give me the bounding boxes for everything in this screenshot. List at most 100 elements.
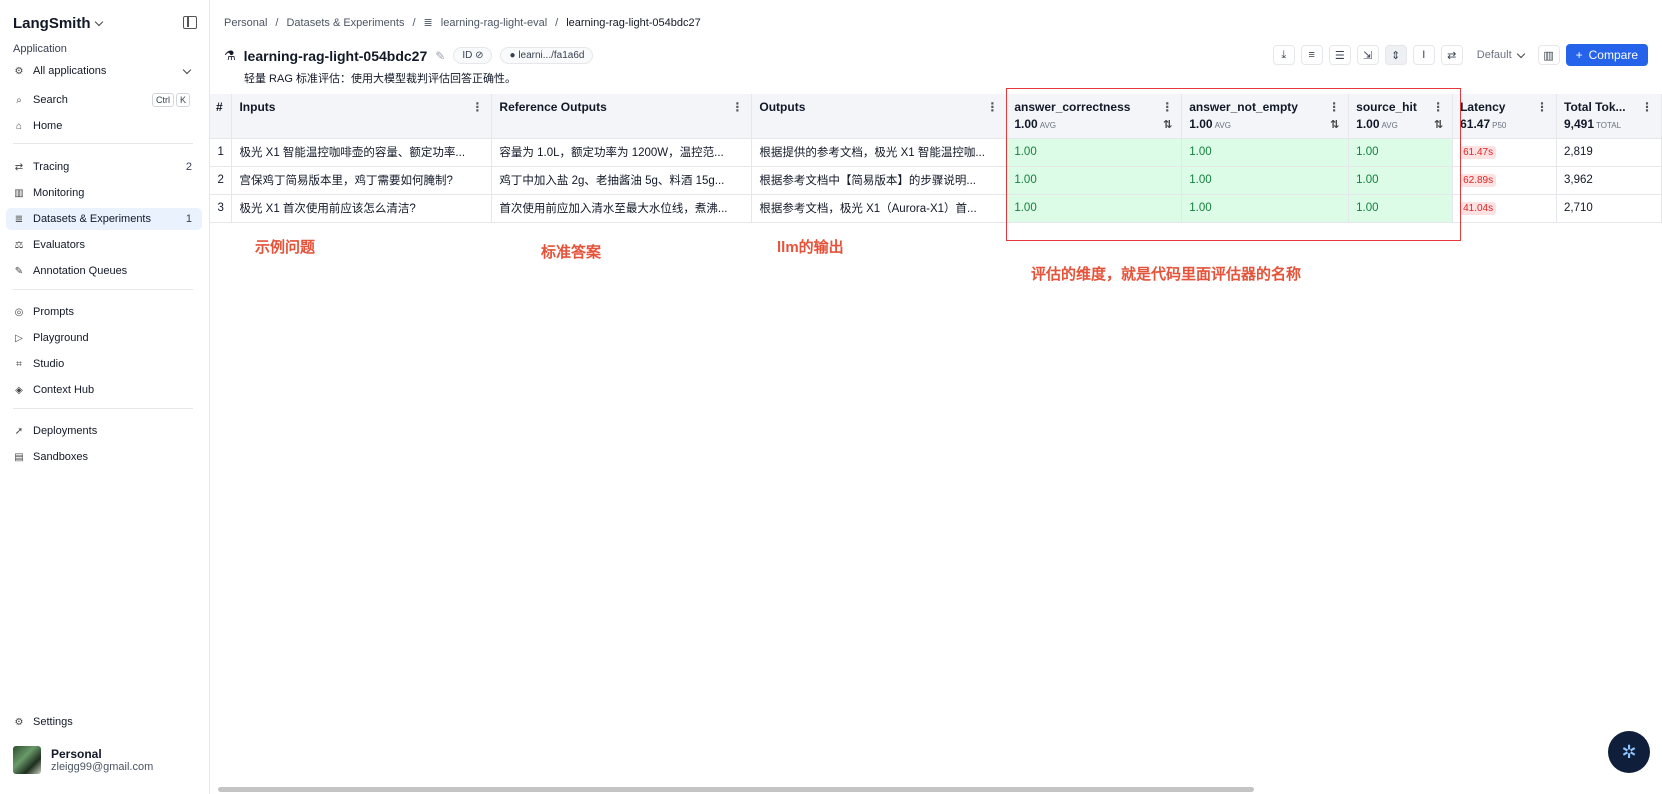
cell-reference[interactable]: 容量为 1.0L，额定功率为 1200W，温控范... [491,138,753,167]
studio-label: Studio [33,358,65,370]
sidebar-item-annotation-queues[interactable]: ✎ Annotation Queues [6,260,202,282]
cell-tokens[interactable]: 3,962 [1556,166,1662,195]
datasets-label: Datasets & Experiments [33,213,151,225]
more-icon[interactable]: ⋮ [1536,100,1548,114]
settings-label: Settings [33,716,73,728]
text-height-icon[interactable]: I [1412,45,1435,65]
more-icon[interactable]: ⋮ [1641,100,1653,114]
cell-reference[interactable]: 鸡丁中加入盐 2g、老抽酱油 5g、料酒 15g... [491,166,753,195]
sidebar-item-monitoring[interactable]: ▥ Monitoring [6,182,202,204]
workspace-switcher[interactable]: LangSmith [13,15,103,32]
cell-input[interactable]: 极光 X1 智能温控咖啡壶的容量、额定功率... [231,138,493,167]
sidebar-item-playground[interactable]: ▷ Playground [6,327,202,349]
sidebar-item-context-hub[interactable]: ◈ Context Hub [6,379,202,401]
flow-icon[interactable]: ⇲ [1356,45,1379,65]
rows-icon[interactable]: ☰ [1328,45,1351,65]
cell-tokens[interactable]: 2,710 [1556,194,1662,223]
id-pill[interactable]: ID ⊘ [453,47,493,64]
sidebar-item-sandboxes[interactable]: ▤ Sandboxes [6,446,202,468]
pen-icon: ✎ [14,265,24,277]
home-label: Home [33,120,63,132]
github-icon: ● [509,50,516,61]
assistant-icon[interactable]: ✲ [1608,731,1650,773]
compact-view-icon[interactable]: ⇕ [1384,45,1407,65]
app-selector[interactable]: ⚙ All applications [6,60,202,82]
cell-output[interactable]: 根据参考文档，极光 X1（Aurora-X1）首... [751,194,1008,223]
edit-icon[interactable]: ✎ [435,49,445,63]
col-header-outputs[interactable]: Outputs ⋮ [751,94,1008,139]
cell-reference[interactable]: 首次使用前应加入清水至最大水位线，煮沸... [491,194,753,223]
sidebar-toggle-icon[interactable] [183,16,197,29]
download-icon[interactable]: ⤓ [1272,45,1295,65]
home-icon: ⌂ [15,120,23,132]
col-header-reference[interactable]: Reference Outputs ⋮ [491,94,753,139]
breadcrumb-dataset[interactable]: learning-rag-light-eval [441,17,547,29]
cell-output[interactable]: 根据参考文档中【简易版本】的步骤说明... [751,166,1008,195]
repo-pill[interactable]: ● learni.../fa1a6d [500,47,594,64]
sidebar-item-settings[interactable]: ⚙ Settings [6,711,202,733]
metric-unit: TOTAL [1596,121,1622,130]
app-selector-label: All applications [33,65,107,77]
cell-latency[interactable]: 62.89s [1452,166,1557,195]
sidebar-item-studio[interactable]: ⌗ Studio [6,353,202,375]
col-header-total-tokens[interactable]: Total Tok... ⋮ 9,491 TOTAL [1556,94,1662,139]
brand-name: LangSmith [13,15,91,32]
breadcrumb-personal[interactable]: Personal [224,17,267,29]
latency-badge: 61.47s [1460,146,1497,159]
sidebar-item-prompts[interactable]: ◎ Prompts [6,301,202,323]
view-select[interactable]: Default [1469,44,1532,66]
sidebar-item-evaluators[interactable]: ⚖ Evaluators [6,234,202,256]
chevron-down-icon [182,65,192,75]
sidebar-item-tracing[interactable]: ⇄ Tracing 2 [6,156,202,178]
swap-icon[interactable]: ⇄ [1440,45,1463,65]
latency-badge: 62.89s [1460,174,1497,187]
more-icon[interactable]: ⋮ [986,100,998,114]
studio-icon: ⌗ [16,358,22,370]
kbd-ctrl: Ctrl [152,93,174,107]
chevron-down-icon [1516,49,1525,58]
breadcrumb-datasets[interactable]: Datasets & Experiments [286,17,404,29]
sidebar: LangSmith Application ⚙ All applications… [0,0,210,794]
link-icon: ⊘ [475,50,484,61]
columns-icon[interactable]: ▥ [1537,45,1560,65]
sidebar-item-datasets[interactable]: ≣ Datasets & Experiments 1 [6,208,202,230]
breadcrumb-separator: / [275,16,279,29]
compare-button[interactable]: + Compare [1565,44,1648,66]
experiment-description: 轻量 RAG 标准评估：使用大模型裁判评估回答正确性。 [244,73,516,85]
gear-icon: ⚙ [14,716,24,728]
user-profile[interactable]: Personal zleigg99@gmail.com [13,746,153,774]
view-select-label: Default [1476,49,1512,61]
cell-latency[interactable]: 61.47s [1452,138,1557,167]
id-pill-label: ID [462,50,473,61]
cell-output[interactable]: 根据提供的参考文档，极光 X1 智能温控咖... [751,138,1008,167]
database-icon: ≣ [423,17,433,29]
cell-latency[interactable]: 41.04s [1452,194,1557,223]
horizontal-scrollbar[interactable] [218,787,1254,792]
flask-icon: ⚗ [224,47,236,63]
breadcrumb-separator: / [555,16,559,29]
col-header-latency[interactable]: Latency ⋮ 61.47 P50 [1452,94,1557,139]
sidebar-item-deployments[interactable]: ➚ Deployments [6,420,202,442]
more-icon[interactable]: ⋮ [471,100,483,114]
cell-input[interactable]: 宫保鸡丁简易版本里，鸡丁需要如何腌制? [231,166,493,195]
monitoring-label: Monitoring [33,187,85,199]
tracing-icon: ⇄ [14,161,24,173]
more-icon[interactable]: ⋮ [731,100,743,114]
cell-input[interactable]: 极光 X1 首次使用前应该怎么清洁? [231,194,493,223]
database-icon: ≣ [14,213,24,225]
col-header-inputs[interactable]: Inputs ⋮ [231,94,493,139]
col-header-num: # [210,94,233,139]
evaluators-label: Evaluators [33,239,85,251]
cell-tokens[interactable]: 2,819 [1556,138,1662,167]
annotation-outputs: llm的输出 [777,239,844,256]
main-content: Personal / Datasets & Experiments / ≣ le… [210,0,1662,794]
annotation-evaluators: 评估的维度，就是代码里面评估器的名称 [1031,266,1302,283]
sidebar-item-home[interactable]: ⌂ Home [6,115,202,137]
filter-icon[interactable]: ≡ [1300,45,1323,65]
col-header-label: Total Tok... [1564,100,1626,114]
playground-label: Playground [33,332,89,344]
context-hub-label: Context Hub [33,384,95,396]
col-header-label: Latency [1460,100,1506,114]
sidebar-item-search[interactable]: ⌕ Search Ctrl K [6,89,202,111]
col-header-reference-label: Reference Outputs [499,100,607,114]
